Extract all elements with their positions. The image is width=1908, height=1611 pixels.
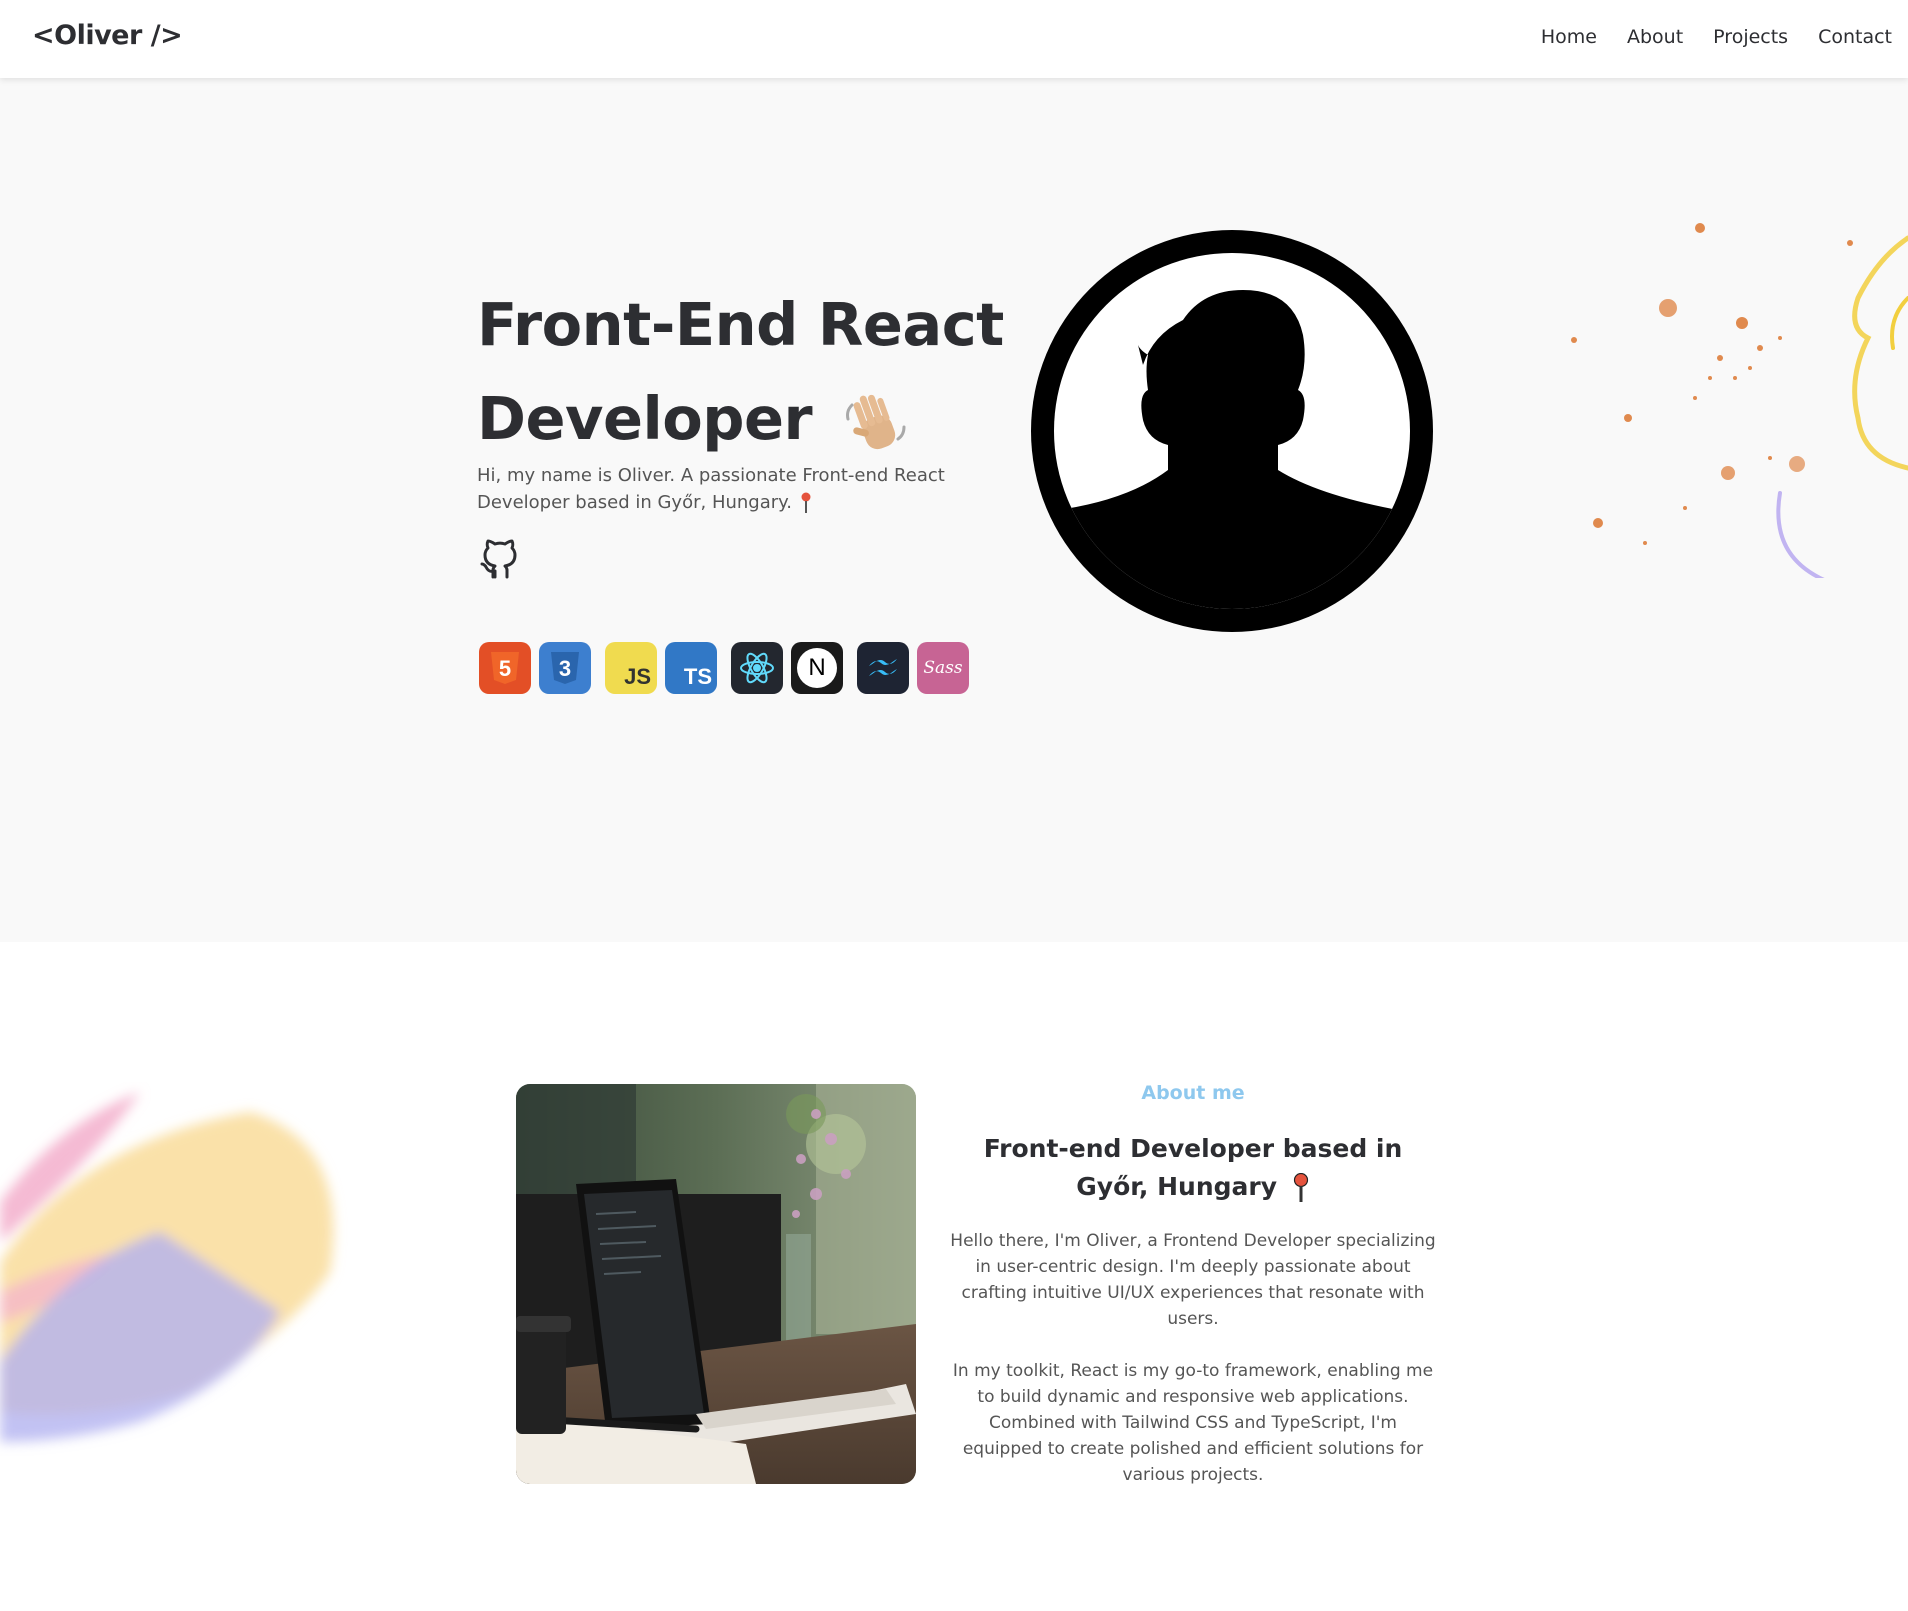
tailwind-icon (857, 642, 909, 694)
svg-text:5: 5 (499, 656, 511, 681)
about-title-text: Front-end Developer based in Győr, Hunga… (983, 1134, 1403, 1201)
sass-icon: Sass (917, 642, 969, 694)
pin-icon (801, 492, 811, 513)
javascript-label: JS (624, 664, 651, 689)
hero-section: Front-End React Developer Hi, my name is… (0, 78, 1908, 942)
decorative-brush-strokes (0, 1092, 334, 1442)
typescript-label: TS (683, 664, 712, 689)
avatar-silhouette (1031, 230, 1433, 632)
navbar: <Oliver /> Home About Projects Contact (0, 0, 1908, 78)
site-logo[interactable]: <Oliver /> (32, 20, 183, 51)
react-icon (731, 642, 783, 694)
decorative-splash (1571, 223, 1908, 578)
about-section: About me Front-end Developer based in Gy… (0, 942, 1908, 1611)
about-title: Front-end Developer based in Győr, Hunga… (950, 1130, 1436, 1206)
about-paragraph-2: In my toolkit, React is my go-to framewo… (952, 1361, 1434, 1485)
typescript-icon: TS (665, 642, 717, 694)
html5-icon: 5 (479, 642, 531, 694)
about-label: About me (1141, 1082, 1245, 1104)
sass-label: Sass (923, 658, 963, 678)
hero-subtitle: Hi, my name is Oliver. A passionate Fron… (477, 462, 987, 516)
tech-stack: 5 3 JS TS N Sass (479, 642, 969, 694)
hero-title-line2-wrap: Developer (477, 372, 1037, 466)
nav-link-about[interactable]: About (1627, 26, 1683, 48)
about-paragraph-1: Hello there, I'm Oliver, a Frontend Deve… (950, 1231, 1436, 1329)
hero-title: Front-End React Developer (477, 278, 1037, 466)
nav-link-contact[interactable]: Contact (1818, 26, 1892, 48)
waving-hand-icon (846, 394, 906, 449)
hero-title-line1: Front-End React (477, 290, 1004, 359)
svg-text:3: 3 (559, 656, 571, 681)
javascript-icon: JS (605, 642, 657, 694)
nav-link-projects[interactable]: Projects (1713, 26, 1788, 48)
laptop-photo (516, 1084, 916, 1484)
hero-subtitle-text: Hi, my name is Oliver. A passionate Fron… (477, 465, 945, 513)
css3-icon: 3 (539, 642, 591, 694)
nav-links: Home About Projects Contact (1541, 26, 1892, 48)
hero-title-line2: Developer (477, 384, 813, 453)
nav-link-home[interactable]: Home (1541, 26, 1597, 48)
pin-icon (1293, 1173, 1308, 1202)
nextjs-icon: N (791, 642, 843, 694)
nextjs-label: N (808, 654, 826, 681)
github-icon[interactable] (477, 533, 525, 581)
